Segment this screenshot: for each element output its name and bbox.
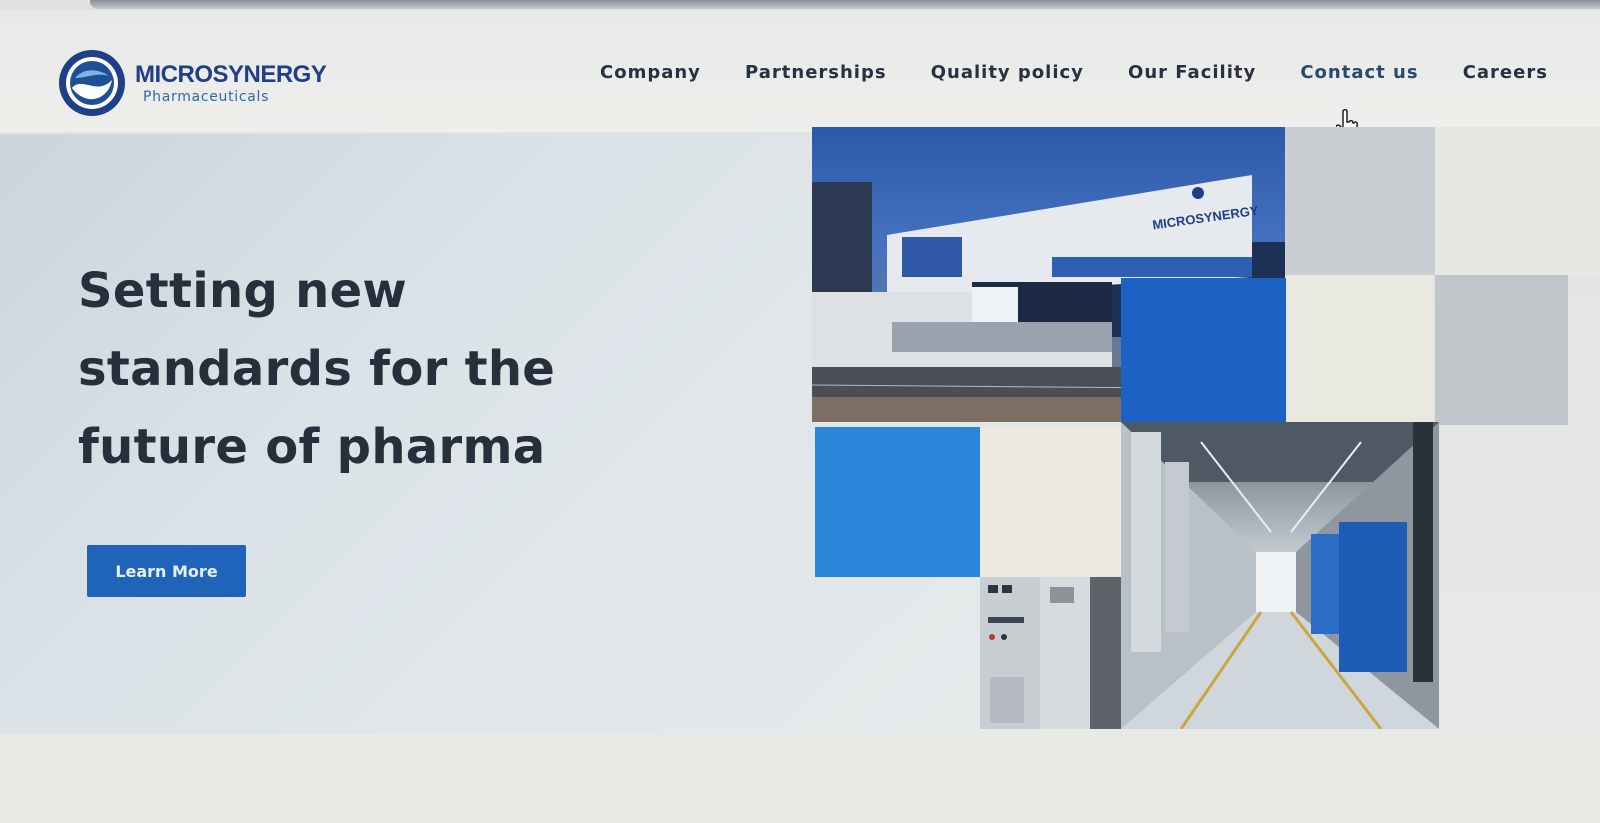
hero-headline: Setting new standards for the future of …: [78, 263, 556, 475]
nav-item-partnerships[interactable]: Partnerships: [745, 62, 887, 83]
corridor-illustration: [1121, 422, 1439, 729]
nav-item-our-facility[interactable]: Our Facility: [1128, 62, 1256, 83]
mosaic-tile: [815, 427, 980, 577]
control-panels-photo: [980, 577, 1127, 729]
logo-link[interactable]: MICROSYNERGY Pharmaceuticals: [57, 48, 327, 118]
mosaic-tile: [1121, 278, 1286, 428]
production-corridor-photo: [1121, 422, 1439, 729]
nav-item-quality-policy[interactable]: Quality policy: [931, 62, 1084, 83]
mosaic-tile: [1435, 127, 1600, 275]
control-panels-illustration: [980, 577, 1127, 729]
main-nav: Company Partnerships Quality policy Our …: [600, 62, 1548, 83]
brand-subtitle: Pharmaceuticals: [143, 88, 270, 105]
learn-more-button[interactable]: Learn More: [87, 545, 246, 597]
nav-item-contact-us[interactable]: Contact us: [1300, 62, 1418, 83]
browser-frame-edge: [90, 0, 1600, 9]
hero-section: Setting new standards for the future of …: [0, 127, 1600, 737]
mosaic-tile: [1435, 275, 1568, 425]
page-bottom-area: [0, 737, 1600, 823]
site-header: MICROSYNERGY Pharmaceuticals Company Par…: [0, 10, 1600, 132]
microsynergy-logo-icon: [59, 50, 125, 116]
mosaic-tile: [1285, 127, 1435, 275]
nav-item-company[interactable]: Company: [600, 62, 701, 83]
brand-name: MICROSYNERGY: [135, 60, 327, 88]
mosaic-tile: [980, 427, 1121, 577]
mosaic-tile: [1286, 275, 1433, 425]
nav-item-careers[interactable]: Careers: [1463, 62, 1548, 83]
page: MICROSYNERGY Pharmaceuticals Company Par…: [0, 0, 1600, 823]
